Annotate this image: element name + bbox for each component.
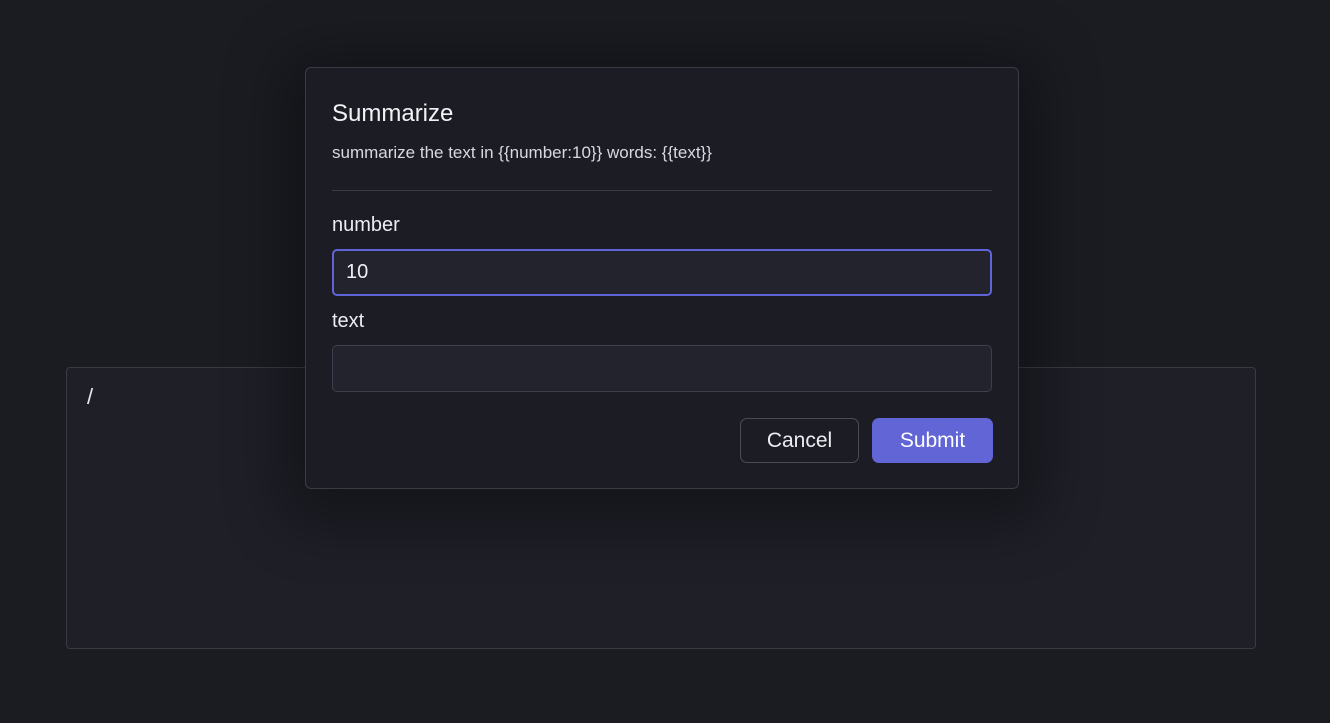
dialog-title: Summarize <box>332 100 454 127</box>
editor-content: / <box>87 384 94 409</box>
dialog-divider <box>332 190 992 191</box>
cancel-button[interactable]: Cancel <box>740 418 859 463</box>
prompt-dialog: Summarize summarize the text in {{number… <box>305 67 1019 489</box>
text-field-label: text <box>332 310 365 332</box>
submit-button[interactable]: Submit <box>872 418 993 463</box>
number-field-label: number <box>332 214 400 236</box>
dialog-template-text: summarize the text in {{number:10}} word… <box>332 143 712 162</box>
text-field[interactable] <box>332 345 992 392</box>
number-field[interactable] <box>332 249 992 296</box>
